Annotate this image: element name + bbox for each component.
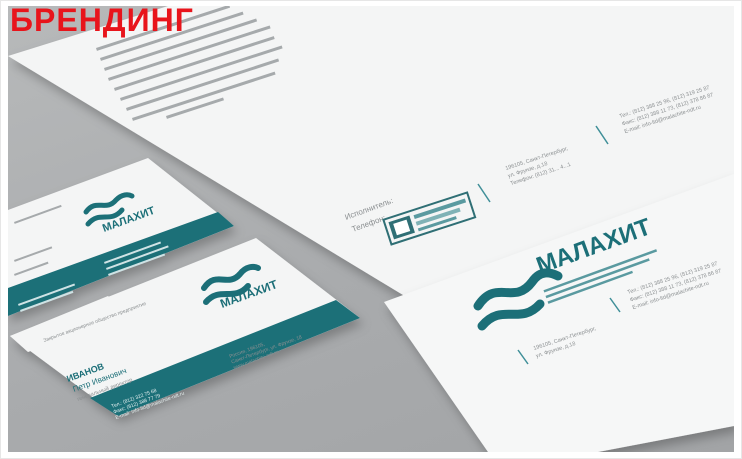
mockup-scene: Исполнитель: Телефон: 196105, Санкт-Пете… xyxy=(8,6,734,452)
branding-mockup-image: Исполнитель: Телефон: 196105, Санкт-Пете… xyxy=(8,6,734,452)
page-title: БРЕНДИНГ xyxy=(10,2,194,38)
